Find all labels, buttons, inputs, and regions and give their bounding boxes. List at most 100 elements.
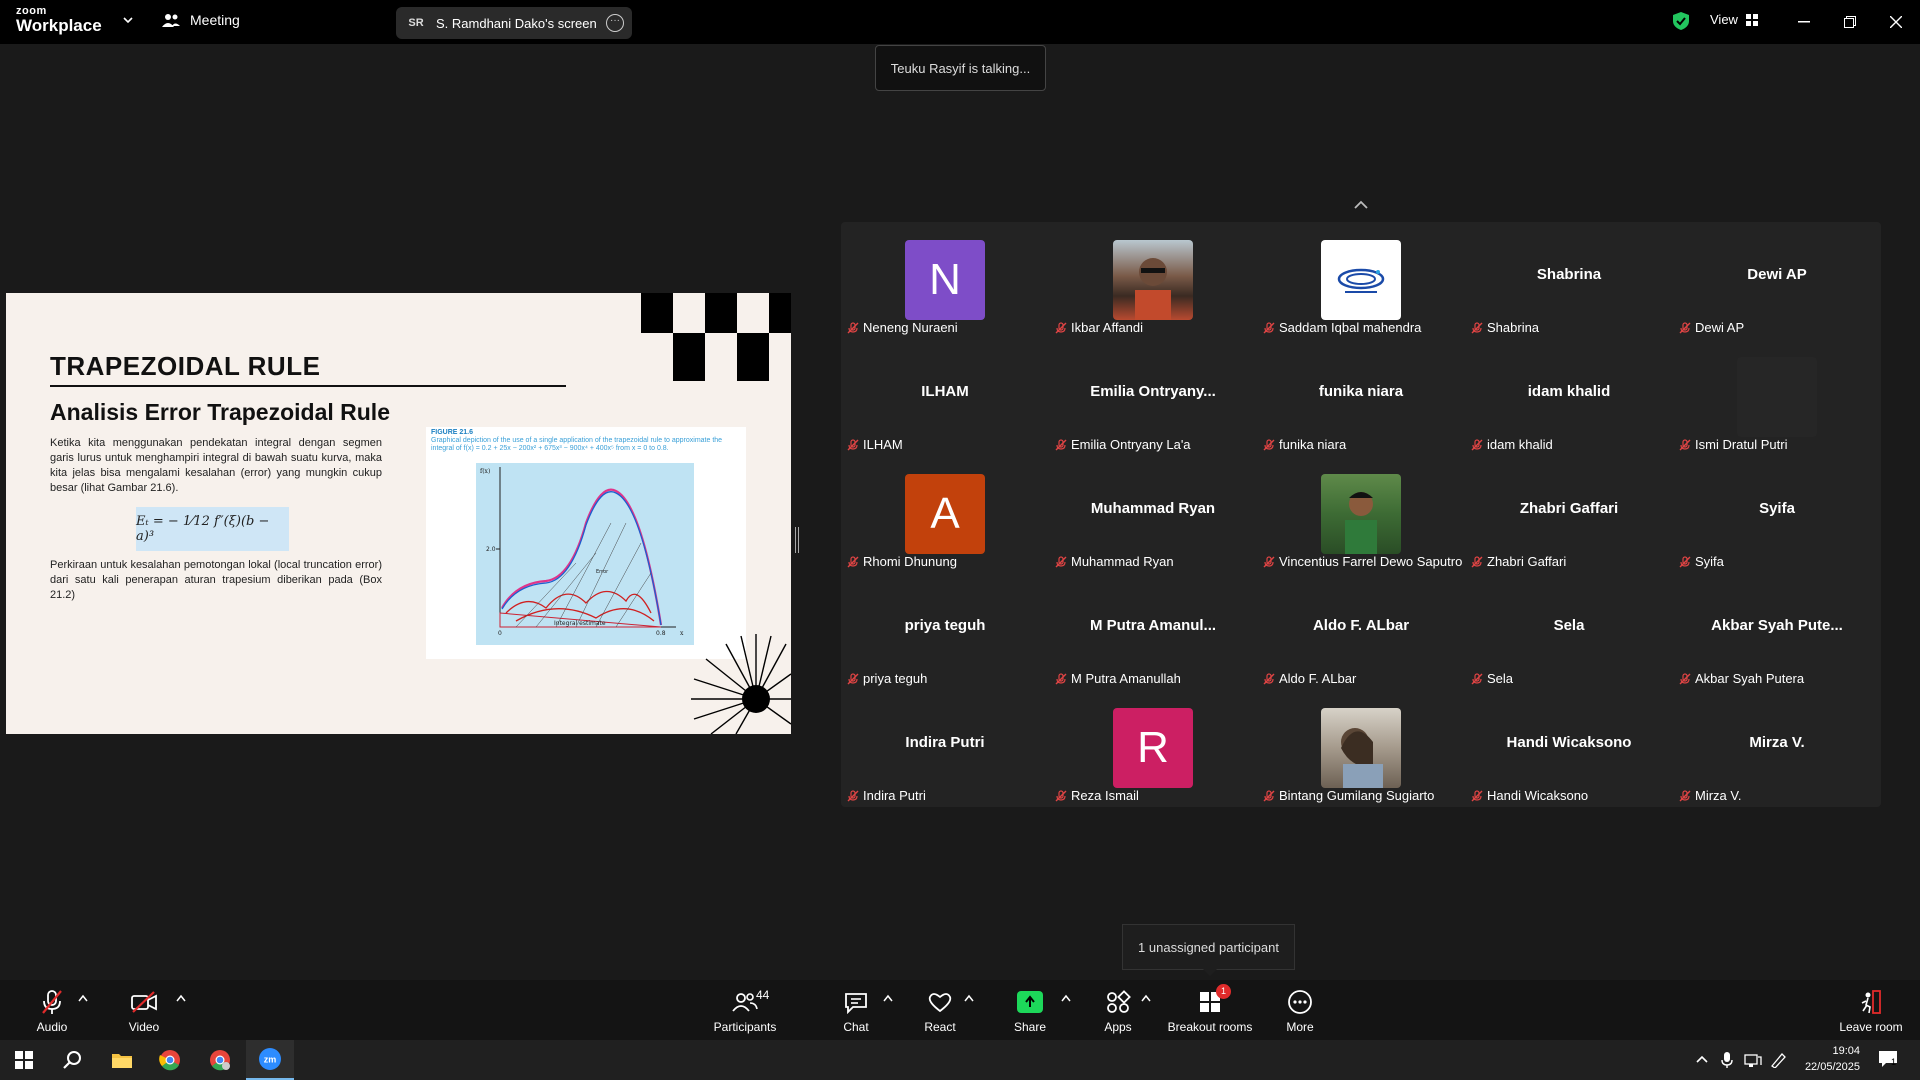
- shared-screen-pill[interactable]: SR S. Ramdhani Dako's screen ···: [396, 7, 632, 39]
- participant-tile[interactable]: Vincentius Farrel Dewo Saputro: [1257, 456, 1465, 573]
- participant-tile[interactable]: Emilia Ontryany... Emilia Ontryany La'a: [1049, 339, 1257, 456]
- notification-center-button[interactable]: 1: [1878, 1050, 1900, 1070]
- slide-subtitle: Analisis Error Trapezoidal Rule: [50, 399, 390, 425]
- video-button[interactable]: Video: [124, 988, 164, 1034]
- slide-paragraph-2: Perkiraan untuk kesalahan pemotongan lok…: [50, 559, 382, 601]
- chevron-up-icon[interactable]: [1350, 194, 1372, 216]
- react-caret-icon[interactable]: [964, 994, 974, 1002]
- view-button[interactable]: View: [1710, 12, 1758, 27]
- share-button[interactable]: Share: [1010, 988, 1050, 1034]
- participant-name: funika niara: [1279, 437, 1347, 452]
- participant-tile[interactable]: priya teguh priya teguh: [841, 573, 1049, 690]
- mic-muted-icon: [847, 789, 859, 801]
- participant-tile[interactable]: Muhammad Ryan Muhammad Ryan: [1049, 456, 1257, 573]
- participant-tile[interactable]: Shabrina Shabrina: [1465, 222, 1673, 339]
- participant-display-name: Mirza V.: [1749, 734, 1805, 751]
- more-options-icon[interactable]: ···: [606, 14, 624, 32]
- participant-display-name: funika niara: [1318, 383, 1404, 400]
- participant-tile[interactable]: Saddam Iqbal mahendra: [1257, 222, 1465, 339]
- participant-name: Bintang Gumilang Sugiarto: [1279, 788, 1435, 803]
- participant-tile[interactable]: Sela Sela: [1465, 573, 1673, 690]
- resize-handle[interactable]: [795, 527, 799, 553]
- participant-tile[interactable]: Ismi Dratul Putri: [1673, 339, 1881, 456]
- breakout-badge: 1: [1216, 984, 1231, 999]
- leave-room-button[interactable]: Leave room: [1836, 988, 1906, 1034]
- participant-tile[interactable]: Dewi AP Dewi AP: [1673, 222, 1881, 339]
- participant-tile[interactable]: M Putra Amanul... M Putra Amanullah: [1049, 573, 1257, 690]
- audio-button[interactable]: Audio: [32, 988, 72, 1034]
- slide-title: TRAPEZOIDAL RULE: [50, 351, 321, 381]
- participant-tile[interactable]: Akbar Syah Pute... Akbar Syah Putera: [1673, 573, 1881, 690]
- title-underline: [50, 385, 566, 387]
- react-button[interactable]: React: [920, 988, 960, 1034]
- participant-name-label: Ismi Dratul Putri: [1679, 437, 1787, 452]
- taskbar-chrome-profile[interactable]: [196, 1040, 244, 1080]
- participant-tile[interactable]: Mirza V. Mirza V.: [1673, 690, 1881, 807]
- participant-tile[interactable]: funika niara funika niara: [1257, 339, 1465, 456]
- participant-tile[interactable]: Syifa Syifa: [1673, 456, 1881, 573]
- tray-pen-icon[interactable]: [1770, 1052, 1788, 1068]
- chevron-down-icon[interactable]: [122, 14, 134, 26]
- taskbar-file-explorer[interactable]: [98, 1040, 146, 1080]
- participant-name: ILHAM: [863, 437, 903, 452]
- participant-gallery: N Neneng Nuraeni Ikbar Affandi Saddam Iqbal…: [841, 222, 1881, 807]
- participant-tile[interactable]: N Neneng Nuraeni: [841, 222, 1049, 339]
- apps-caret-icon[interactable]: [1141, 994, 1151, 1002]
- start-button[interactable]: [0, 1040, 48, 1080]
- participant-tile[interactable]: ILHAM ILHAM: [841, 339, 1049, 456]
- mic-muted-icon: [1263, 321, 1275, 333]
- participant-tile[interactable]: Handi Wicaksono Handi Wicaksono: [1465, 690, 1673, 807]
- minimize-icon[interactable]: [1792, 10, 1816, 34]
- participant-name: Syifa: [1695, 554, 1724, 569]
- chat-button[interactable]: Chat: [836, 988, 876, 1034]
- tray-network-icon[interactable]: [1744, 1052, 1762, 1068]
- participant-tile[interactable]: A Rhomi Dhunung: [841, 456, 1049, 573]
- mic-muted-icon: [847, 672, 859, 684]
- participant-tile[interactable]: idam khalid idam khalid: [1465, 339, 1673, 456]
- participant-name: Ismi Dratul Putri: [1695, 437, 1788, 452]
- system-clock[interactable]: 19:04 22/05/2025: [1790, 1043, 1860, 1075]
- audio-label: Audio: [36, 1020, 68, 1034]
- leave-room-label: Leave room: [1839, 1020, 1903, 1034]
- close-icon[interactable]: [1884, 10, 1908, 34]
- integral-estimate-label: Integral estimate: [554, 620, 606, 627]
- notification-count: 1: [1891, 1057, 1897, 1067]
- participant-tile[interactable]: Ikbar Affandi: [1049, 222, 1257, 339]
- participant-name: Rhomi Dhunung: [863, 554, 957, 569]
- participant-avatar: R: [1113, 708, 1193, 788]
- more-button[interactable]: More: [1280, 988, 1320, 1034]
- participants-label: Participants: [713, 1020, 777, 1034]
- mic-muted-icon: [1263, 555, 1275, 567]
- participant-display-name: Handi Wicaksono: [1506, 734, 1632, 751]
- audio-caret-icon[interactable]: [78, 994, 88, 1002]
- chat-caret-icon[interactable]: [883, 994, 893, 1002]
- apps-button[interactable]: Apps: [1098, 988, 1138, 1034]
- share-caret-icon[interactable]: [1061, 994, 1071, 1002]
- restore-icon[interactable]: [1838, 10, 1862, 34]
- mic-muted-icon: [1471, 555, 1483, 567]
- meeting-menu-button[interactable]: Meeting: [162, 12, 240, 28]
- participant-name-label: Bintang Gumilang Sugiarto: [1263, 788, 1434, 803]
- participants-button[interactable]: 44 Participants: [712, 988, 778, 1034]
- taskbar-zoom[interactable]: zm: [246, 1040, 294, 1080]
- mic-muted-icon: [1263, 789, 1275, 801]
- encryption-shield-icon[interactable]: [1672, 11, 1690, 31]
- chat-label: Chat: [843, 1020, 869, 1034]
- participant-display-name: Muhammad Ryan: [1090, 500, 1216, 517]
- search-button[interactable]: [48, 1040, 96, 1080]
- participant-tile[interactable]: Aldo F. ALbar Aldo F. ALbar: [1257, 573, 1465, 690]
- participant-tile[interactable]: R Reza Ismail: [1049, 690, 1257, 807]
- participant-tile[interactable]: Bintang Gumilang Sugiarto: [1257, 690, 1465, 807]
- tray-mic-icon[interactable]: [1720, 1051, 1734, 1069]
- video-caret-icon[interactable]: [176, 994, 186, 1002]
- participant-display-name: Dewi AP: [1747, 266, 1807, 283]
- participant-tile[interactable]: Zhabri Gaffari Zhabri Gaffari: [1465, 456, 1673, 573]
- participant-tile[interactable]: Indira Putri Indira Putri: [841, 690, 1049, 807]
- trapezoid-plot: f(x) 2.0 0 0.8 x Error Integral estimate: [476, 463, 694, 645]
- tray-expand-icon[interactable]: [1696, 1054, 1708, 1064]
- breakout-rooms-button[interactable]: 1 Breakout rooms: [1166, 984, 1254, 1034]
- participant-display-name: Syifa: [1759, 500, 1795, 517]
- taskbar-chrome[interactable]: [146, 1040, 194, 1080]
- participant-name: Ikbar Affandi: [1071, 320, 1144, 335]
- participant-photo: [1113, 240, 1193, 320]
